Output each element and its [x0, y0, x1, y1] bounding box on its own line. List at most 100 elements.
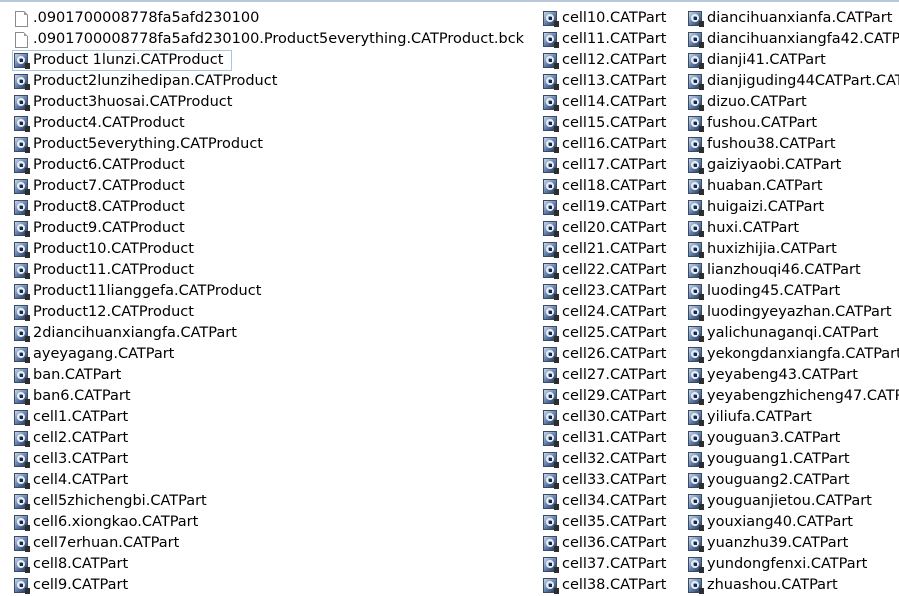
catia-icon: [688, 577, 704, 594]
file-item[interactable]: Product6.CATProduct: [12, 155, 532, 176]
file-name-label: Product7.CATProduct: [33, 178, 185, 194]
file-item[interactable]: cell17.CATPart: [541, 155, 681, 176]
file-name-label: cell8.CATPart: [33, 556, 129, 572]
file-name-label: youguang1.CATPart: [707, 451, 850, 467]
file-item[interactable]: cell38.CATPart: [541, 575, 681, 596]
file-item[interactable]: youguang1.CATPart: [686, 449, 899, 470]
file-name-label: Product10.CATProduct: [33, 241, 194, 257]
catia-icon: [543, 472, 559, 489]
file-item[interactable]: lianzhouqi46.CATPart: [686, 260, 899, 281]
file-item[interactable]: cell36.CATPart: [541, 533, 681, 554]
file-item[interactable]: 2diancihuanxiangfa.CATPart: [12, 323, 532, 344]
file-item[interactable]: cell35.CATPart: [541, 512, 681, 533]
file-item[interactable]: Product8.CATProduct: [12, 197, 532, 218]
file-item[interactable]: yundongfenxi.CATPart: [686, 554, 899, 575]
file-item[interactable]: cell3.CATPart: [12, 449, 532, 470]
file-item[interactable]: youguang2.CATPart: [686, 470, 899, 491]
file-item[interactable]: cell33.CATPart: [541, 470, 681, 491]
file-item[interactable]: cell30.CATPart: [541, 407, 681, 428]
file-item[interactable]: Product7.CATProduct: [12, 176, 532, 197]
file-item[interactable]: luodingyeyazhan.CATPart: [686, 302, 899, 323]
catia-icon: [543, 325, 559, 342]
file-item[interactable]: yeyabengzhicheng47.CATPart: [686, 386, 899, 407]
file-item[interactable]: ayeyagang.CATPart: [12, 344, 532, 365]
file-item[interactable]: cell11.CATPart: [541, 29, 681, 50]
file-item[interactable]: Product 1lunzi.CATProduct: [12, 50, 232, 71]
file-item[interactable]: .0901700008778fa5afd230100: [12, 8, 532, 29]
file-item[interactable]: zhuashou.CATPart: [686, 575, 899, 596]
file-item[interactable]: cell1.CATPart: [12, 407, 532, 428]
file-item[interactable]: Product11lianggefa.CATProduct: [12, 281, 532, 302]
file-item[interactable]: Product5everything.CATProduct: [12, 134, 532, 155]
file-item[interactable]: huaban.CATPart: [686, 176, 899, 197]
file-item[interactable]: cell7erhuan.CATPart: [12, 533, 532, 554]
file-item[interactable]: youxiang40.CATPart: [686, 512, 899, 533]
file-item[interactable]: cell5zhichengbi.CATPart: [12, 491, 532, 512]
file-name-label: cell5zhichengbi.CATPart: [33, 493, 207, 509]
file-item[interactable]: cell20.CATPart: [541, 218, 681, 239]
file-item[interactable]: yeyabeng43.CATPart: [686, 365, 899, 386]
file-item[interactable]: dianjiguding44CATPart.CATPart: [686, 71, 899, 92]
file-item[interactable]: cell15.CATPart: [541, 113, 681, 134]
file-item[interactable]: cell9.CATPart: [12, 575, 532, 596]
file-item[interactable]: cell27.CATPart: [541, 365, 681, 386]
file-item[interactable]: yalichunaganqi.CATPart: [686, 323, 899, 344]
file-item[interactable]: cell16.CATPart: [541, 134, 681, 155]
file-item[interactable]: youguanjietou.CATPart: [686, 491, 899, 512]
file-item[interactable]: cell26.CATPart: [541, 344, 681, 365]
file-item[interactable]: cell2.CATPart: [12, 428, 532, 449]
file-item[interactable]: cell32.CATPart: [541, 449, 681, 470]
file-item[interactable]: Product9.CATProduct: [12, 218, 532, 239]
file-item[interactable]: cell25.CATPart: [541, 323, 681, 344]
file-item[interactable]: ban.CATPart: [12, 365, 532, 386]
file-item[interactable]: cell29.CATPart: [541, 386, 681, 407]
file-item[interactable]: fushou.CATPart: [686, 113, 899, 134]
file-item[interactable]: Product3huosai.CATProduct: [12, 92, 532, 113]
file-name-label: luoding45.CATPart: [707, 283, 841, 299]
file-item[interactable]: cell24.CATPart: [541, 302, 681, 323]
file-item[interactable]: cell12.CATPart: [541, 50, 681, 71]
file-item[interactable]: fushou38.CATPart: [686, 134, 899, 155]
file-item[interactable]: diancihuanxianfa.CATPart: [686, 8, 899, 29]
file-item[interactable]: .0901700008778fa5afd230100.Product5every…: [12, 29, 532, 50]
file-item[interactable]: diancihuanxiangfa42.CATPart: [686, 29, 899, 50]
file-item[interactable]: huigaizi.CATPart: [686, 197, 899, 218]
file-item[interactable]: Product11.CATProduct: [12, 260, 532, 281]
file-item[interactable]: Product4.CATProduct: [12, 113, 532, 134]
file-name-label: cell13.CATPart: [562, 73, 667, 89]
file-item[interactable]: yekongdanxiangfa.CATPart: [686, 344, 899, 365]
file-item[interactable]: cell18.CATPart: [541, 176, 681, 197]
file-item[interactable]: cell10.CATPart: [541, 8, 681, 29]
catia-icon: [688, 493, 704, 510]
file-list-column-2: cell10.CATPart cell11.CATPart cell12.CATPa…: [541, 8, 681, 596]
file-item[interactable]: luoding45.CATPart: [686, 281, 899, 302]
file-item[interactable]: cell8.CATPart: [12, 554, 532, 575]
file-item[interactable]: cell14.CATPart: [541, 92, 681, 113]
file-item[interactable]: youguan3.CATPart: [686, 428, 899, 449]
file-item[interactable]: cell21.CATPart: [541, 239, 681, 260]
file-name-label: yeyabengzhicheng47.CATPart: [707, 388, 899, 404]
catia-icon: [688, 367, 704, 384]
file-item[interactable]: dianji41.CATPart: [686, 50, 899, 71]
file-item[interactable]: dizuo.CATPart: [686, 92, 899, 113]
file-item[interactable]: ban6.CATPart: [12, 386, 532, 407]
file-item[interactable]: cell31.CATPart: [541, 428, 681, 449]
file-item[interactable]: gaiziyaobi.CATPart: [686, 155, 899, 176]
file-name-label: zhuashou.CATPart: [707, 577, 838, 593]
file-item[interactable]: yuanzhu39.CATPart: [686, 533, 899, 554]
file-item[interactable]: cell22.CATPart: [541, 260, 681, 281]
catia-icon: [14, 493, 30, 510]
file-item[interactable]: cell34.CATPart: [541, 491, 681, 512]
file-item[interactable]: yiliufa.CATPart: [686, 407, 899, 428]
file-item[interactable]: huxizhijia.CATPart: [686, 239, 899, 260]
file-item[interactable]: cell37.CATPart: [541, 554, 681, 575]
file-item[interactable]: huxi.CATPart: [686, 218, 899, 239]
file-item[interactable]: Product12.CATProduct: [12, 302, 532, 323]
file-item[interactable]: Product10.CATProduct: [12, 239, 532, 260]
file-item[interactable]: Product2lunzihedipan.CATProduct: [12, 71, 532, 92]
file-item[interactable]: cell13.CATPart: [541, 71, 681, 92]
file-item[interactable]: cell4.CATPart: [12, 470, 532, 491]
file-item[interactable]: cell6.xiongkao.CATPart: [12, 512, 532, 533]
file-item[interactable]: cell23.CATPart: [541, 281, 681, 302]
file-item[interactable]: cell19.CATPart: [541, 197, 681, 218]
